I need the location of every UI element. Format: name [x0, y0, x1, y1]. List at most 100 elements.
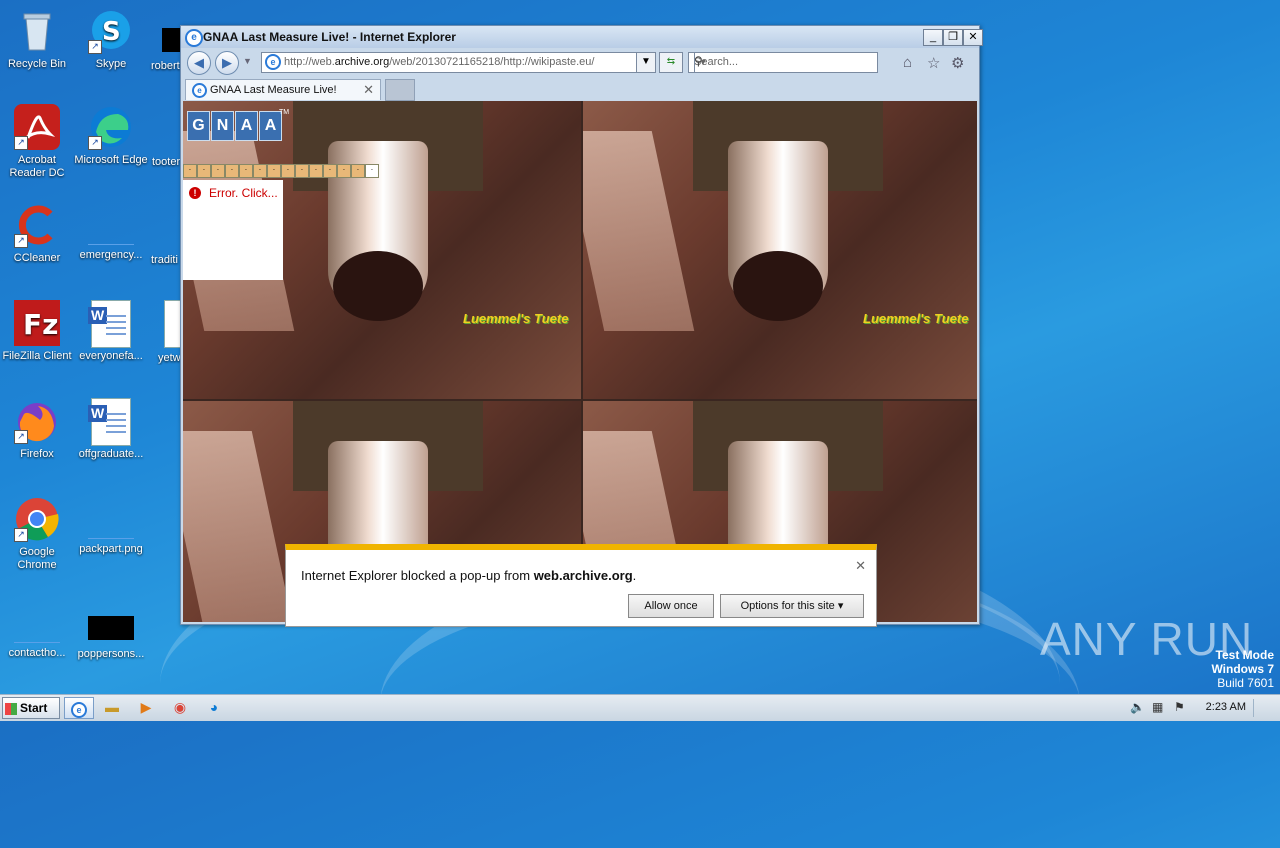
title-bar[interactable]: e GNAA Last Measure Live! - Internet Exp… [181, 26, 983, 48]
test-mode-text: Test Mode [1215, 648, 1274, 662]
file-icon [88, 212, 134, 245]
plugin-placeholder-icon[interactable]: · [239, 164, 253, 178]
logo-letter: A [235, 111, 258, 141]
desktop-icon-label: poppersons... [77, 648, 145, 660]
system-tray: 🔈 ▦ ⚑ 2:23 AM [1120, 695, 1280, 721]
plugin-placeholder-icon[interactable]: · [323, 164, 337, 178]
popup-message: Internet Explorer blocked a pop-up from … [301, 568, 637, 583]
tab-close-icon[interactable]: ✕ [363, 82, 374, 98]
taskbar-ie[interactable]: e [64, 697, 94, 719]
start-button[interactable]: Start [2, 697, 60, 719]
allow-once-button[interactable]: Allow once [628, 594, 714, 618]
options-for-site-button[interactable]: Options for this site ▾ [720, 594, 864, 618]
desktop-icon-emergency[interactable]: emergency... [74, 212, 148, 262]
ccleaner-icon: ↗ [14, 202, 60, 248]
shortcut-arrow-icon: ↗ [88, 40, 102, 54]
taskbar-media-player[interactable]: ▶ [132, 697, 160, 717]
plugin-placeholder-icon[interactable]: · [365, 164, 379, 178]
image-stamp: Luemmel's Tuete [863, 311, 969, 326]
ie-icon: e [71, 702, 87, 718]
folder-icon: ▬ [105, 699, 119, 715]
shortcut-arrow-icon: ↗ [14, 430, 28, 444]
favorites-star-icon[interactable]: ☆ [927, 54, 940, 72]
logo-letter: N [211, 111, 234, 141]
ie-window[interactable]: e GNAA Last Measure Live! - Internet Exp… [180, 25, 983, 625]
black-file-icon [162, 28, 182, 52]
new-tab-button[interactable] [385, 79, 415, 101]
desktop-icon-label: Microsoft Edge [74, 154, 148, 166]
tab-title: GNAA Last Measure Live! [210, 84, 337, 96]
gnaa-logo: G N A A [187, 111, 282, 141]
file-icon [14, 610, 60, 643]
plugin-placeholder-icon[interactable]: · [183, 164, 197, 178]
error-panel: ! Error. Click... [183, 180, 283, 280]
image-stamp: Luemmel's Tuete [463, 311, 569, 326]
settings-gear-icon[interactable]: ⚙ [951, 54, 964, 72]
shortcut-arrow-icon: ↗ [88, 136, 102, 150]
desktop-icon-contactho[interactable]: contactho... [0, 610, 74, 660]
desktop-icon-packpart[interactable]: packpart.png [74, 506, 148, 556]
plugin-placeholder-icon[interactable]: · [337, 164, 351, 178]
desktop-icon-label: Skype [95, 58, 127, 70]
plugin-placeholder-icon[interactable]: · [281, 164, 295, 178]
chrome-icon: ↗ [14, 496, 60, 542]
desktop-icon-recycle-bin[interactable]: Recycle Bin [0, 8, 74, 71]
error-link[interactable]: Error. Click... [209, 186, 278, 200]
plugin-placeholder-icon[interactable]: · [211, 164, 225, 178]
taskbar-chrome[interactable]: ◉ [166, 697, 194, 717]
desktop-icon-filezilla[interactable]: Fz FileZilla Client [0, 300, 74, 363]
desktop-icon-edge[interactable]: ↗ Microsoft Edge [74, 104, 148, 167]
address-bar[interactable]: e http://web.archive.org/web/20130721165… [261, 52, 653, 73]
search-icon[interactable]: ⚲ [694, 54, 855, 68]
volume-icon[interactable]: 🔈 [1130, 700, 1145, 714]
taskbar-explorer[interactable]: ▬ [98, 697, 126, 717]
plugin-placeholder-icon[interactable]: · [197, 164, 211, 178]
desktop-icon-offgraduate[interactable]: W offgraduate... [74, 398, 148, 461]
search-dropdown-icon[interactable]: ▼ [694, 53, 711, 72]
plugin-placeholder-icon[interactable]: · [267, 164, 281, 178]
home-icon[interactable]: ⌂ [903, 54, 912, 71]
clock[interactable]: 2:23 AM [1206, 701, 1246, 713]
plugin-placeholder-icon[interactable]: · [295, 164, 309, 178]
restore-button[interactable]: ❐ [943, 29, 963, 46]
search-box[interactable]: Search... ⚲ ▼ [688, 52, 878, 73]
back-button[interactable]: ◀ [187, 51, 211, 75]
desktop-icon-label: emergency... [79, 249, 143, 261]
tab-gnaa[interactable]: e GNAA Last Measure Live! ✕ [185, 79, 381, 100]
show-desktop-button[interactable] [1253, 699, 1276, 717]
png-file-icon [88, 506, 134, 539]
desktop-icon-label: Recycle Bin [7, 58, 67, 70]
notification-close-icon[interactable]: ✕ [855, 558, 866, 574]
media-player-icon: ▶ [140, 699, 152, 715]
svg-text:Fz: Fz [23, 308, 58, 341]
desktop-icon-ccleaner[interactable]: ↗ CCleaner [0, 202, 74, 265]
plugin-placeholder-icon[interactable]: · [225, 164, 239, 178]
acrobat-icon: ↗ [14, 104, 60, 150]
taskbar-edge[interactable]: ◕ [200, 697, 228, 717]
history-dropdown-icon[interactable]: ▼ [243, 56, 252, 66]
action-center-flag-icon[interactable]: ⚑ [1174, 700, 1185, 714]
minimize-button[interactable]: _ [923, 29, 943, 46]
forward-button[interactable]: ▶ [215, 51, 239, 75]
ie-logo-icon: e [185, 29, 203, 47]
recycle-bin-icon [14, 8, 60, 54]
desktop-icon-chrome[interactable]: ↗ Google Chrome [0, 496, 74, 572]
plugin-placeholder-icon[interactable]: · [309, 164, 323, 178]
desktop-icon-everyonefa[interactable]: W everyonefa... [74, 300, 148, 363]
page-ie-icon: e [265, 54, 281, 70]
desktop-icon-label: CCleaner [13, 252, 61, 264]
tab-ie-icon: e [192, 83, 207, 98]
desktop-icon-label: Acrobat Reader DC [9, 154, 65, 179]
refresh-button[interactable]: ⇆ [659, 52, 683, 73]
desktop-icon-firefox[interactable]: ↗ Firefox [0, 398, 74, 461]
firefox-icon: ↗ [14, 398, 60, 444]
plugin-placeholder-icon[interactable]: · [351, 164, 365, 178]
desktop-icon-poppersons[interactable]: poppersons... [74, 604, 148, 661]
desktop-icon-acrobat[interactable]: ↗ Acrobat Reader DC [0, 104, 74, 180]
address-dropdown-button[interactable]: ▼ [636, 52, 656, 73]
plugin-placeholder-icon[interactable]: · [253, 164, 267, 178]
close-button[interactable]: ✕ [963, 29, 983, 46]
network-icon[interactable]: ▦ [1152, 700, 1163, 714]
os-text: Windows 7 [1211, 662, 1274, 676]
desktop-icon-skype[interactable]: S ↗ Skype [74, 8, 148, 71]
